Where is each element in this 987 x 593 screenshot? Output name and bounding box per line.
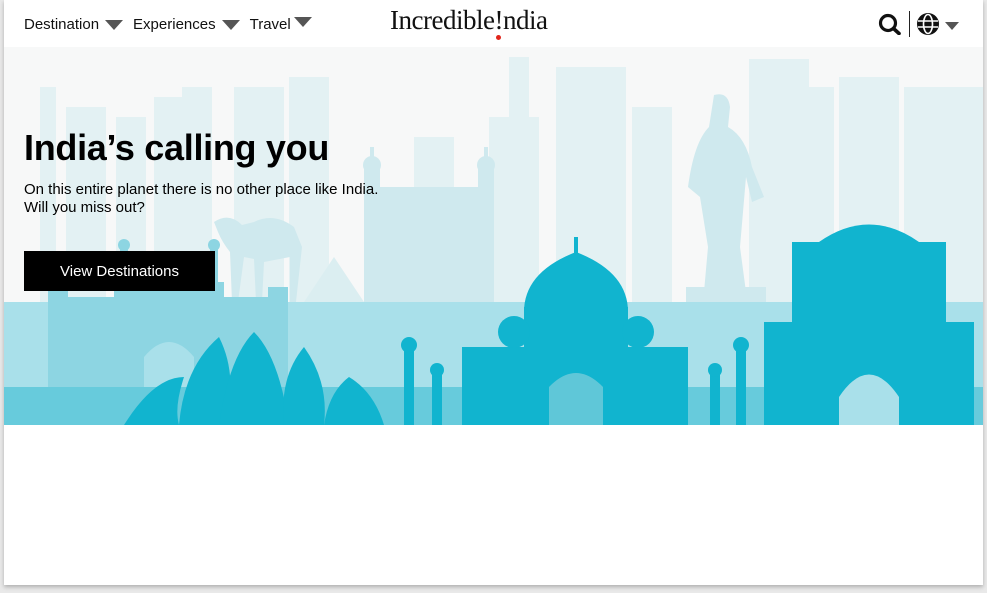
logo-mark-glyph: ! [494, 5, 503, 35]
nav-travel[interactable]: Travel [250, 16, 312, 33]
nav-destination-label: Destination [24, 16, 100, 33]
nav-experiences[interactable]: Experiences [133, 16, 240, 33]
india-monuments-skyline-illustration [4, 57, 983, 425]
hero-description-line-2: Will you miss out? [24, 199, 145, 216]
logo-text-incredible: Incredible [390, 5, 495, 35]
caret-down-icon [105, 19, 124, 30]
incredible-india-logo[interactable]: Incredible ! ndia [390, 5, 548, 41]
view-destinations-button[interactable]: View Destinations [24, 251, 215, 291]
hero-banner: India’s calling you On this entire plane… [4, 47, 983, 425]
globe-icon[interactable] [916, 12, 940, 36]
site-header: Destination Experiences Travel Incredibl… [4, 0, 983, 47]
caret-down-icon [293, 16, 312, 27]
logo-mark: ! [494, 5, 503, 40]
main-nav: Destination Experiences Travel [24, 16, 322, 33]
search-icon[interactable] [878, 13, 902, 35]
logo-red-dot [495, 35, 501, 40]
logo-text-ndia: ndia [502, 5, 548, 35]
nav-travel-label: Travel [249, 16, 291, 33]
header-divider [909, 11, 910, 37]
page: Destination Experiences Travel Incredibl… [4, 0, 983, 585]
hero-title: India’s calling you [24, 127, 330, 168]
nav-experiences-label: Experiences [133, 16, 216, 33]
caret-down-icon[interactable] [945, 21, 959, 30]
hero-description-line-1: On this entire planet there is no other … [24, 181, 379, 198]
header-utilities [878, 11, 959, 37]
caret-down-icon [221, 19, 240, 30]
nav-destination[interactable]: Destination [24, 16, 124, 33]
hero-description: On this entire planet there is no other … [24, 181, 444, 217]
